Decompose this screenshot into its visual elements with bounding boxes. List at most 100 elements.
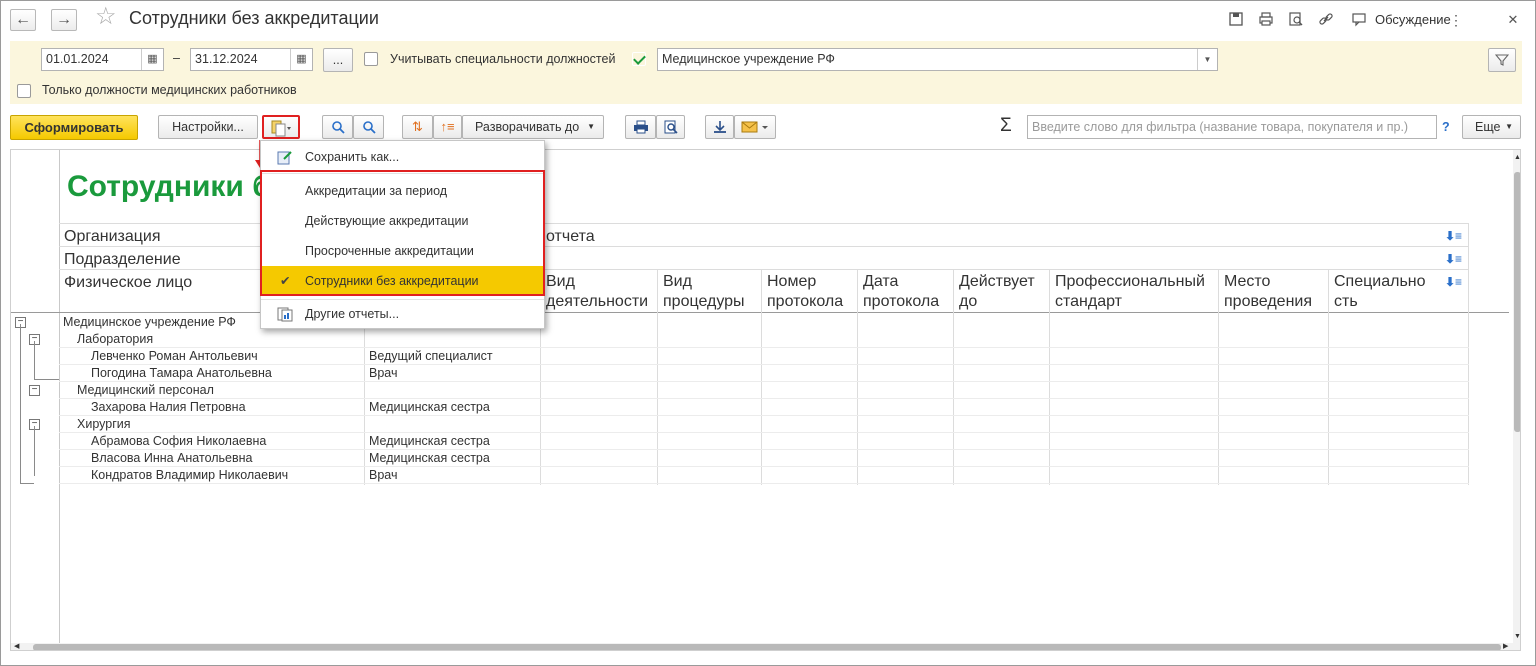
- scroll-down-icon[interactable]: ▼: [1513, 633, 1520, 640]
- export-button[interactable]: [705, 115, 734, 139]
- table-row[interactable]: Лаборатория −: [11, 331, 1469, 348]
- period-select-button[interactable]: ...: [323, 48, 353, 72]
- preview-icon[interactable]: [1287, 11, 1305, 29]
- expand-to-label: Разворачивать до: [475, 120, 580, 134]
- chevron-down-icon: ▼: [587, 122, 595, 131]
- back-button[interactable]: ←: [10, 9, 36, 31]
- more-options-icon[interactable]: ⋮: [1447, 11, 1465, 29]
- table-row[interactable]: Захарова Налия Петровна Медицинская сестр…: [11, 399, 1469, 416]
- table-row[interactable]: Кондратов Владимир Николаевич Врач: [11, 467, 1469, 484]
- menu-item-save-as[interactable]: Сохранить как...: [261, 144, 544, 170]
- organization-checkbox[interactable]: [632, 52, 646, 66]
- row-name: Медицинское учреждение РФ: [63, 315, 236, 329]
- calendar-icon[interactable]: ▦: [290, 49, 312, 70]
- link-icon[interactable]: [1317, 11, 1335, 29]
- row-position: Ведущий специалист: [369, 349, 493, 363]
- filter-settings-button[interactable]: [1488, 48, 1516, 72]
- report-title: Сотрудники б: [67, 170, 271, 203]
- row-position: Медицинская сестра: [369, 451, 490, 465]
- row-name: Лаборатория: [77, 332, 154, 346]
- discussion-button[interactable]: Обсуждение: [1375, 12, 1451, 27]
- variants-highlight-frame: [260, 170, 545, 296]
- row-position: Медицинская сестра: [369, 400, 490, 414]
- more-label: Еще: [1475, 120, 1501, 134]
- row-position: Врач: [369, 366, 398, 380]
- sort-icon[interactable]: ⬇≡: [1445, 229, 1462, 243]
- report-variants-button[interactable]: [262, 115, 300, 139]
- search-icon: [331, 121, 345, 134]
- chevron-down-icon[interactable]: ▼: [1197, 49, 1217, 70]
- print-button[interactable]: [625, 115, 656, 139]
- row-name: Абрамова София Николаевна: [91, 434, 267, 448]
- column-header: Профессиональный стандарт: [1055, 273, 1205, 310]
- generate-button[interactable]: Сформировать: [10, 115, 138, 140]
- sum-icon[interactable]: Σ: [1000, 115, 1012, 137]
- tree-connector: [34, 341, 35, 379]
- scroll-up-icon[interactable]: ▲: [1513, 154, 1520, 161]
- table-row[interactable]: Абрамова София Николаевна Медицинская сес…: [11, 433, 1469, 450]
- column-header: Место проведения: [1224, 273, 1312, 310]
- menu-item-other-reports[interactable]: Другие отчеты...: [261, 301, 544, 327]
- vertical-scrollbar[interactable]: ▲ ▼: [1513, 150, 1520, 650]
- row-name: Погодина Тамара Анатольевна: [91, 366, 272, 380]
- window-title: Сотрудники без аккредитации: [129, 8, 379, 28]
- envelope-icon: [741, 121, 768, 133]
- date-from-field[interactable]: 01.01.2024 ▦: [41, 48, 164, 71]
- table-row[interactable]: Власова Инна Анатольевна Медицинская сест…: [11, 450, 1469, 467]
- find-button[interactable]: [322, 115, 353, 139]
- report-area: Сотрудники б Организация Подразделение Ф…: [10, 149, 1521, 651]
- row-name: Захарова Налия Петровна: [91, 400, 246, 414]
- settings-button[interactable]: Настройки...: [158, 115, 258, 139]
- tree-connector: [34, 379, 59, 380]
- print-preview-icon: [664, 120, 678, 134]
- scroll-right-icon[interactable]: ▶: [1503, 642, 1508, 650]
- header-organization: Организация: [64, 228, 161, 245]
- sort-icon[interactable]: ⬇≡: [1445, 275, 1462, 289]
- print-preview-button[interactable]: [656, 115, 685, 139]
- table-row[interactable]: Погодина Тамара Анатольевна Врач: [11, 365, 1469, 382]
- row-name: Власова Инна Анатольевна: [91, 451, 253, 465]
- organization-value: Медицинское учреждение РФ: [662, 52, 835, 66]
- send-email-button[interactable]: [734, 115, 776, 139]
- favorite-star-icon[interactable]: ☆: [95, 5, 117, 29]
- expand-to-button[interactable]: Разворачивать до ▼: [462, 115, 604, 139]
- table-row[interactable]: Левченко Роман Антольевич Ведущий специал…: [11, 348, 1469, 365]
- collapse-icon[interactable]: −: [29, 385, 40, 396]
- calendar-icon[interactable]: ▦: [141, 49, 163, 70]
- help-link[interactable]: ?: [1442, 120, 1450, 134]
- report-variants-icon: [271, 120, 291, 137]
- filter-search-input[interactable]: Введите слово для фильтра (название това…: [1027, 115, 1437, 139]
- sort-desc-icon: ⇅: [412, 119, 423, 134]
- sort-icon[interactable]: ⬇≡: [1445, 252, 1462, 266]
- chevron-down-icon: ▼: [1505, 122, 1513, 131]
- column-header: Дата протокола: [863, 273, 940, 310]
- use-specialties-checkbox[interactable]: [364, 52, 378, 66]
- column-header: Действует до: [959, 273, 1035, 310]
- search-next-icon: [362, 121, 376, 134]
- filter-icon: [1494, 54, 1510, 66]
- forward-button[interactable]: →: [51, 9, 77, 31]
- sort-asc-button[interactable]: ↑≡: [433, 115, 462, 139]
- find-next-button[interactable]: [353, 115, 384, 139]
- organization-field[interactable]: Медицинское учреждение РФ ▼: [657, 48, 1218, 71]
- vertical-scroll-thumb[interactable]: [1514, 172, 1520, 432]
- save-as-label: Сохранить как...: [305, 150, 400, 164]
- horizontal-scroll-thumb[interactable]: [33, 644, 1501, 650]
- table-row[interactable]: Хирургия −: [11, 416, 1469, 433]
- sort-desc-button[interactable]: ⇅: [402, 115, 433, 139]
- header-report-label: отчета: [546, 228, 595, 245]
- print-icon[interactable]: [1257, 11, 1275, 29]
- save-icon[interactable]: [1227, 11, 1245, 29]
- date-to-field[interactable]: 31.12.2024 ▦: [190, 48, 313, 71]
- row-position: Медицинская сестра: [369, 434, 490, 448]
- scroll-left-icon[interactable]: ◀: [14, 642, 19, 650]
- horizontal-scrollbar[interactable]: ◀ ▶: [11, 642, 1513, 650]
- only-medical-checkbox[interactable]: [17, 84, 31, 98]
- row-position: Врач: [369, 468, 398, 482]
- close-icon[interactable]: ✕: [1504, 11, 1522, 29]
- more-button[interactable]: Еще ▼: [1462, 115, 1521, 139]
- row-name: Левченко Роман Антольевич: [91, 349, 258, 363]
- table-row[interactable]: Медицинское учреждение РФ −: [11, 314, 1469, 331]
- table-row[interactable]: Медицинский персонал −: [11, 382, 1469, 399]
- row-name: Хирургия: [77, 417, 131, 431]
